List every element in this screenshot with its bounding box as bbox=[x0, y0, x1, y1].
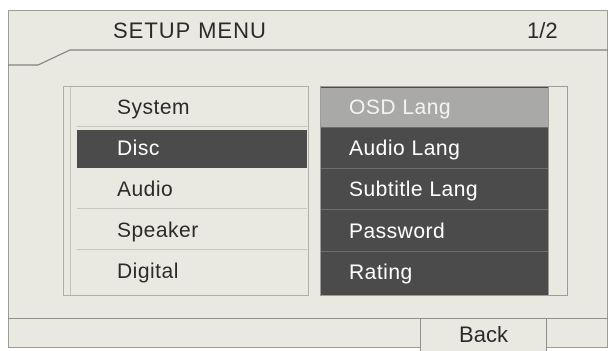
submenu-item-audio-lang[interactable]: Audio Lang bbox=[321, 129, 549, 169]
menu-item-label: Disc bbox=[117, 136, 160, 160]
menu-item-label: System bbox=[117, 95, 191, 119]
disc-submenu: OSD Lang Audio Lang Subtitle Lang Passwo… bbox=[320, 86, 568, 296]
page-indicator: 1/2 bbox=[527, 18, 558, 43]
submenu-item-password[interactable]: Password bbox=[321, 212, 549, 252]
menu-item-label: Digital bbox=[117, 260, 179, 283]
page-title: SETUP MENU bbox=[113, 18, 267, 43]
submenu-item-label: Subtitle Lang bbox=[349, 177, 479, 201]
menu-item-disc[interactable]: Disc bbox=[77, 130, 307, 168]
submenu-edge bbox=[548, 87, 567, 295]
menu-item-label: Audio bbox=[117, 177, 174, 201]
menu-item-speaker[interactable]: Speaker bbox=[77, 212, 307, 250]
submenu-item-osd-lang[interactable]: OSD Lang bbox=[321, 88, 549, 128]
menu-item-system[interactable]: System bbox=[77, 89, 307, 127]
submenu-item-label: Password bbox=[349, 219, 446, 243]
menu-gutter bbox=[70, 87, 71, 295]
menu-item-label: Speaker bbox=[117, 218, 199, 242]
menu-item-digital[interactable]: Digital bbox=[77, 253, 307, 291]
back-button[interactable]: Back bbox=[420, 319, 547, 351]
submenu-item-subtitle-lang[interactable]: Subtitle Lang bbox=[321, 170, 549, 210]
header-frame bbox=[8, 49, 608, 66]
category-menu: System Disc Audio Speaker Digital bbox=[63, 86, 309, 296]
submenu-item-rating[interactable]: Rating bbox=[321, 253, 549, 293]
submenu-item-label: OSD Lang bbox=[349, 95, 452, 119]
submenu-item-label: Rating bbox=[349, 261, 413, 284]
submenu-item-label: Audio Lang bbox=[349, 136, 461, 160]
menu-item-audio[interactable]: Audio bbox=[77, 171, 307, 209]
